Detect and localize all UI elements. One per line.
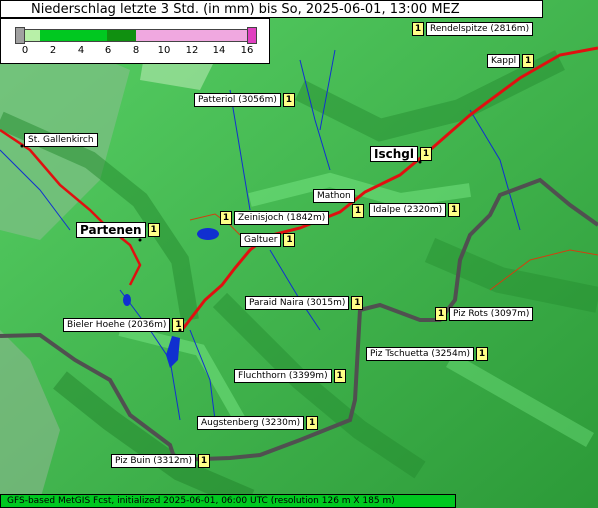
marker-ischgl: [418, 160, 422, 164]
footer-text: GFS-based MetGIS Fcst, initialized 2025-…: [7, 496, 395, 506]
marker-bieler-hoehe: [178, 328, 182, 332]
marker-st-gallenkirch: [20, 144, 24, 148]
precipitation-map: Niederschlag letzte 3 Std. (in mm) bis S…: [0, 0, 598, 508]
marker-partenen: [138, 238, 142, 242]
location-markers: [20, 144, 422, 332]
footer-info: GFS-based MetGIS Fcst, initialized 2025-…: [0, 494, 456, 508]
